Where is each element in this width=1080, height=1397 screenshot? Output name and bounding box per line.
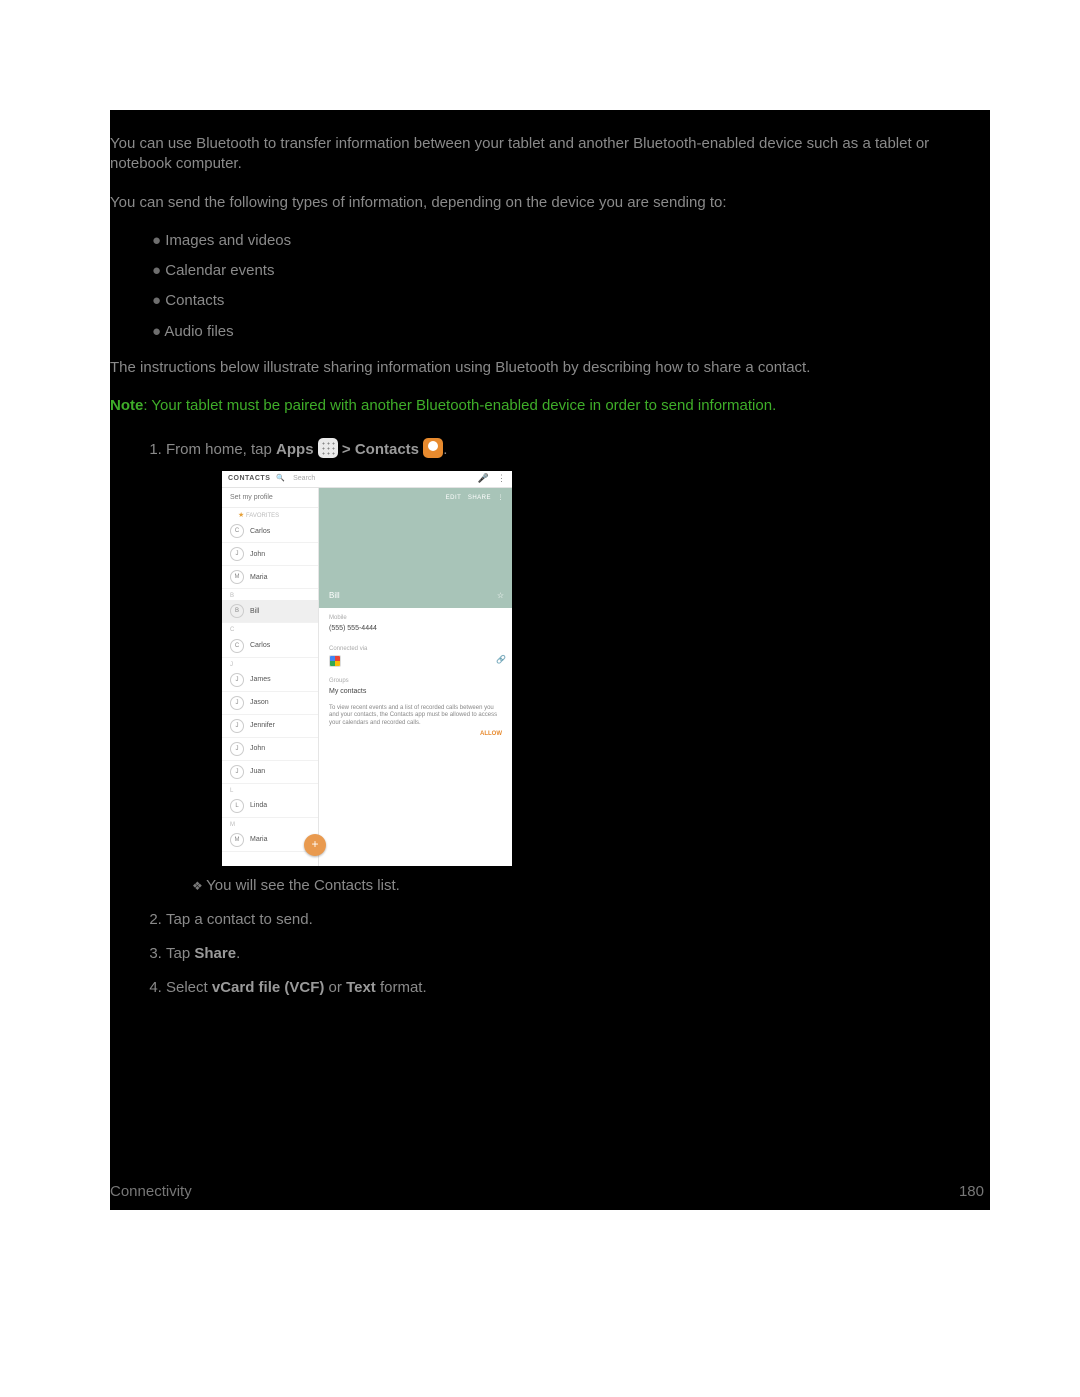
manual-page: You can use Bluetooth to transfer inform… [110, 110, 990, 1210]
list-item: Images and videos [152, 231, 990, 251]
contact-detail-pane: EDIT SHARE ⋮ Bill ☆ Mobile (555) 555-444… [319, 488, 512, 866]
apps-label: Apps [276, 441, 314, 458]
index-letter: M [222, 818, 318, 829]
link-icon: 🔗 [496, 655, 506, 666]
step-end: format. [376, 979, 427, 996]
contact-name: Bill [329, 591, 340, 602]
step-mid: or [324, 979, 346, 996]
intro-para-3: The instructions below illustrate sharin… [110, 358, 990, 378]
list-item: JJames [222, 669, 318, 692]
footer-section: Connectivity [110, 1182, 192, 1202]
list-item: JJuan [222, 761, 318, 784]
list-item: Contacts [152, 291, 990, 311]
groups-label: Groups [319, 671, 512, 687]
text-bold: Text [346, 979, 376, 996]
list-item: MMaria [222, 566, 318, 589]
index-letter: B [222, 589, 318, 600]
steps-list: From home, tap Apps > Contacts . CONTACT… [110, 438, 990, 998]
page-footer: Connectivity 180 [110, 1182, 984, 1202]
step-4: Select vCard file (VCF) or Text format. [166, 978, 990, 998]
contacts-label: Contacts [355, 441, 419, 458]
star-outline-icon: ☆ [497, 591, 504, 602]
share-bold: Share [194, 945, 236, 962]
more-icon: ⋮ [498, 495, 505, 501]
step-text: Tap [166, 945, 194, 962]
search-icon: 🔍 [276, 474, 285, 483]
screenshot-toolbar: CONTACTS 🔍 Search 🎤 ⋮ [222, 471, 512, 488]
step-text: Select [166, 979, 212, 996]
intro-para-2: You can send the following types of info… [110, 193, 990, 213]
list-item: Calendar events [152, 261, 990, 281]
contacts-screenshot: CONTACTS 🔍 Search 🎤 ⋮ Set my profile ★ F… [222, 471, 512, 866]
page-number: 180 [959, 1182, 984, 1202]
note-label: Note [110, 397, 143, 414]
list-item: LLinda [222, 795, 318, 818]
groups-value: My contacts [319, 687, 512, 702]
contact-header: EDIT SHARE ⋮ Bill ☆ [319, 488, 512, 608]
apps-grid-icon [318, 438, 338, 458]
intro-para-1: You can use Bluetooth to transfer inform… [110, 134, 990, 175]
index-letter: C [222, 623, 318, 634]
list-item: BBill [222, 600, 318, 623]
step-end: . [236, 945, 240, 962]
step-text: From home, tap [166, 441, 276, 458]
sep: > [342, 441, 355, 458]
list-item: JJohn [222, 738, 318, 761]
info-types-list: Images and videos Calendar events Contac… [110, 231, 990, 342]
add-fab-icon: + [304, 834, 326, 856]
allow-action: ALLOW [319, 728, 512, 744]
more-icon: ⋮ [497, 472, 506, 484]
step-2: Tap a contact to send. [166, 910, 990, 930]
list-item: JJennifer [222, 715, 318, 738]
connected-label: Connected via [319, 639, 512, 655]
step-1: From home, tap Apps > Contacts . CONTACT… [166, 438, 990, 896]
fav-header: FAVORITES [246, 513, 279, 519]
star-icon: ★ [230, 512, 244, 519]
google-icon [329, 655, 341, 667]
set-profile: Set my profile [222, 488, 318, 508]
edit-action: EDIT [446, 495, 462, 501]
permission-msg: To view recent events and a list of reco… [319, 703, 512, 728]
mic-icon: 🎤 [478, 472, 489, 484]
mobile-value: (555) 555-4444 [319, 624, 512, 639]
note-line: Note: Your tablet must be paired with an… [110, 396, 990, 416]
step-3: Tap Share. [166, 944, 990, 964]
mobile-label: Mobile [319, 608, 512, 624]
contacts-left-pane: Set my profile ★ FAVORITES CCarlos JJohn… [222, 488, 319, 866]
vcf-bold: vCard file (VCF) [212, 979, 325, 996]
list-item: JJohn [222, 543, 318, 566]
step-end: . [443, 441, 447, 458]
contacts-app-icon [423, 438, 443, 458]
list-item: Audio files [152, 322, 990, 342]
share-action: SHARE [468, 495, 491, 501]
list-item: CCarlos [222, 520, 318, 543]
list-item: JJason [222, 692, 318, 715]
substep: You will see the Contacts list. [192, 876, 990, 896]
list-item: CCarlos [222, 635, 318, 658]
note-text: : Your tablet must be paired with anothe… [143, 397, 776, 414]
search-hint: Search [293, 474, 315, 483]
contacts-title: CONTACTS [228, 474, 270, 483]
index-letter: J [222, 658, 318, 669]
index-letter: L [222, 784, 318, 795]
